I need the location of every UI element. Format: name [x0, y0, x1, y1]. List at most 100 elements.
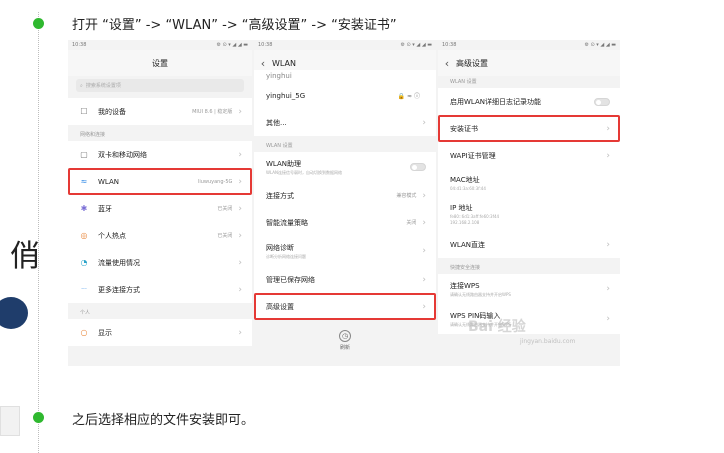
network-item[interactable]: yinghui_5G 🔒 ≈ ⓘ [254, 82, 436, 109]
advanced-settings-label: 高级设置 [266, 302, 294, 311]
network-status-icons: 🔒 ≈ ⓘ [397, 93, 420, 100]
status-bar: 10:38 ⚙ ⊙ ▾ ◢ ◢ ▬ [438, 40, 620, 50]
hotspot-icon: ◎ [80, 230, 88, 240]
step-bullet-2 [33, 412, 44, 423]
network-item-other[interactable]: 其他... › [254, 109, 436, 136]
screenshot-strip: 10:38 ⚙ ⊙ ▾ ◢ ◢ ▬ 设置 ⌕ 搜索系统设置项 ☐ 我的设备 MI… [68, 40, 620, 366]
chevron-right-icon: › [422, 274, 426, 285]
network-diagnose-text: 网络诊断 诊断分析网络连接问题 [266, 243, 422, 260]
settings-item-more-connections[interactable]: ··· 更多连接方式 › [68, 276, 252, 303]
status-icons: ⚙ ⊙ ▾ ◢ ◢ ▬ [400, 42, 432, 48]
install-certificate-row[interactable]: 安装证书 › [438, 115, 620, 142]
chevron-right-icon: › [422, 301, 426, 312]
network-name: yinghui_5G [266, 91, 306, 100]
chevron-right-icon: › [606, 284, 610, 294]
settings-item-value: 已关闭 [217, 206, 233, 212]
verbose-log-label: 启用WLAN详细日志记录功能 [450, 97, 542, 106]
phone-wlan: 10:38 ⚙ ⊙ ▾ ◢ ◢ ▬ ‹ WLAN yinghui yinghui… [254, 40, 436, 366]
saved-networks-row[interactable]: 管理已保存网络 › [254, 266, 436, 293]
wps-connect-label: 连接WPS [450, 281, 480, 290]
back-arrow-icon[interactable]: ‹ [254, 57, 272, 70]
verbose-log-row[interactable]: 启用WLAN详细日志记录功能 [438, 88, 620, 115]
saved-networks-label: 管理已保存网络 [266, 275, 315, 284]
ip-address-value-2: 192.168.2.108 [450, 220, 480, 225]
settings-item-my-device[interactable]: ☐ 我的设备 MIUI 8.6 | 稳定版 › [68, 98, 252, 125]
smart-traffic-row[interactable]: 智能流量策略 关闭 › [254, 209, 436, 236]
refresh-button[interactable]: ◷ 刷新 [254, 330, 436, 351]
chevron-right-icon: › [606, 123, 610, 134]
mac-address-text: MAC地址 04:d1:3a:60:3f:44 [450, 175, 610, 191]
chevron-right-icon: › [422, 190, 426, 201]
connection-mode-row[interactable]: 连接方式 兼容模式 › [254, 182, 436, 209]
baidu-watermark: Bai 经验 [468, 319, 526, 335]
wlan-direct-row[interactable]: WLAN直连 › [438, 231, 620, 258]
settings-item-label: 更多连接方式 [98, 285, 140, 294]
mac-address-value: 04:d1:3a:60:3f:44 [450, 186, 486, 191]
wps-pin-row[interactable]: WPS PIN码输入 请确认无线路由器支持并开启WPS › [438, 304, 620, 334]
settings-item-display[interactable]: ○ 显示 › [68, 319, 252, 346]
settings-item-data-usage[interactable]: ◔ 流量使用情况 › [68, 249, 252, 276]
step-bullet-1 [33, 18, 44, 29]
settings-item-wlan[interactable]: ≈ WLAN liuwuyang-5G › [68, 168, 252, 195]
settings-item-hotspot[interactable]: ◎ 个人热点 已关闭 › [68, 222, 252, 249]
network-diagnose-label: 网络诊断 [266, 243, 294, 252]
connection-mode-label: 连接方式 [266, 191, 294, 200]
phone-icon: ☐ [80, 106, 88, 116]
refresh-label: 刷新 [339, 345, 350, 351]
advanced-settings-row[interactable]: 高级设置 › [254, 293, 436, 320]
status-bar: 10:38 ⚙ ⊙ ▾ ◢ ◢ ▬ [68, 40, 252, 50]
chevron-right-icon: › [238, 176, 242, 187]
network-item[interactable]: yinghui [254, 70, 436, 82]
wifi-icon: ≈ [80, 176, 88, 186]
phone-settings: 10:38 ⚙ ⊙ ▾ ◢ ◢ ▬ 设置 ⌕ 搜索系统设置项 ☐ 我的设备 MI… [68, 40, 252, 366]
settings-title: 设置 [152, 58, 168, 68]
wapi-certificate-label: WAPI证书管理 [450, 151, 496, 160]
advanced-title-bar: ‹ 高级设置 [438, 50, 620, 76]
step-2-text: 之后选择相应的文件安装即可。 [72, 413, 255, 428]
left-cropped-text: 俏 [10, 239, 40, 274]
install-certificate-label: 安装证书 [450, 124, 478, 133]
chevron-right-icon: › [238, 149, 242, 160]
chevron-right-icon: › [238, 230, 242, 241]
settings-item-value: 已关闭 [217, 233, 233, 239]
section-network: 网络和连接 [80, 132, 106, 138]
status-icons: ⚙ ⊙ ▾ ◢ ◢ ▬ [216, 42, 248, 48]
advanced-title: 高级设置 [456, 58, 488, 68]
status-time: 10:38 [72, 42, 87, 48]
settings-item-label: 个人热点 [98, 231, 126, 240]
wps-connect-text: 连接WPS 请确认无线路由器支持并开启WPS [450, 281, 606, 298]
wapi-certificate-row[interactable]: WAPI证书管理 › [438, 142, 620, 169]
settings-item-label: 我的设备 [98, 107, 126, 116]
connection-mode-value: 兼容模式 [396, 193, 417, 199]
left-cropped-circle [0, 297, 28, 329]
smart-traffic-value: 关闭 [406, 220, 417, 226]
settings-item-value: liuwuyang-5G [197, 178, 233, 185]
chevron-right-icon: › [422, 217, 426, 228]
wlan-assistant-toggle[interactable] [410, 163, 426, 171]
chevron-right-icon: › [422, 246, 426, 256]
search-icon: ⌕ [80, 82, 83, 89]
chevron-right-icon: › [606, 239, 610, 250]
settings-title-bar: 设置 [68, 50, 252, 76]
network-diagnose-sub: 诊断分析网络连接问题 [266, 253, 306, 259]
left-cropped-box [0, 406, 20, 436]
settings-search-input[interactable]: ⌕ 搜索系统设置项 [76, 79, 244, 92]
network-name: yinghui [266, 72, 292, 80]
sim-card-icon: ▢ [80, 149, 88, 159]
back-arrow-icon[interactable]: ‹ [438, 57, 456, 70]
verbose-log-toggle[interactable] [594, 97, 610, 106]
baidu-watermark-url: jingyan.baidu.com [520, 338, 576, 345]
settings-item-label: 流量使用情况 [98, 258, 140, 267]
settings-item-bluetooth[interactable]: ✱ 蓝牙 已关闭 › [68, 195, 252, 222]
display-icon: ○ [80, 327, 88, 337]
phone-advanced: 10:38 ⚙ ⊙ ▾ ◢ ◢ ▬ ‹ 高级设置 WLAN 设置 启用WLAN详… [438, 40, 620, 366]
chevron-right-icon: › [238, 284, 242, 295]
settings-item-sim[interactable]: ▢ 双卡和移动网络 › [68, 141, 252, 168]
wlan-assistant-row[interactable]: WLAN助理 WLAN连接信号弱时，自动切换到数据网络 [254, 152, 436, 182]
wps-connect-row[interactable]: 连接WPS 请确认无线路由器支持并开启WPS › [438, 274, 620, 304]
chevron-right-icon: › [238, 106, 242, 117]
network-diagnose-row[interactable]: 网络诊断 诊断分析网络连接问题 › [254, 236, 436, 266]
ip-address-text: IP 地址 fe80::6d1:3aff:fe60:3f44 192.168.2… [450, 203, 610, 225]
mac-address-label: MAC地址 [450, 176, 480, 184]
wlan-assistant-sub: WLAN连接信号弱时，自动切换到数据网络 [266, 169, 343, 175]
